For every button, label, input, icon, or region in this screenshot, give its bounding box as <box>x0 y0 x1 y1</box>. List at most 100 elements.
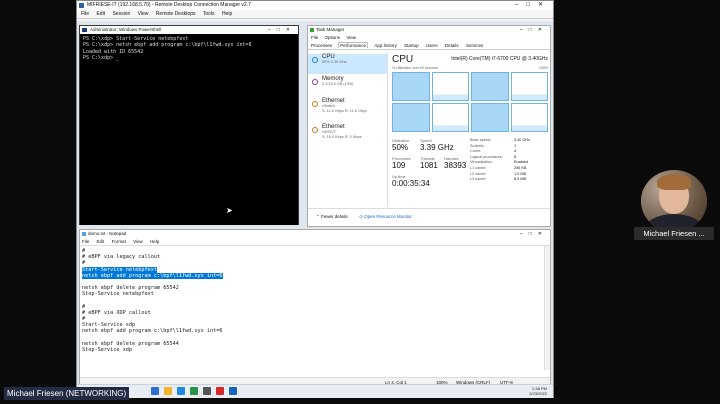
resource-summary: vSwitch S: 11.6 Gbps R: 11.6 Gbps <box>322 104 368 113</box>
task-manager-window-controls[interactable]: –□✕ <box>520 26 548 34</box>
tm-menu-view[interactable]: View <box>346 35 356 40</box>
notepad-window[interactable]: demo.txt - Notepad –□✕ File Edit Format … <box>79 229 551 387</box>
core-graph-3 <box>510 72 548 101</box>
app-icon-2[interactable] <box>229 387 237 395</box>
notepad-scrollbar[interactable] <box>544 246 550 370</box>
start-icon[interactable] <box>151 387 159 395</box>
line-text: # <box>82 316 86 323</box>
notepad-text-area[interactable]: # # eBPF via legacy callout # Start-Service… <box>80 246 550 370</box>
resource-ethernet-1[interactable]: Ethernet vSwitch S: 11.6 Gbps R: 11.6 Gb… <box>308 98 387 122</box>
cpu-details-panel: CPU Intel(R) Core(TM) i7-6700 CPU @ 3.40… <box>392 54 548 204</box>
resource-summary: 2.1/15.9 GB (13%) <box>322 82 354 86</box>
rdcman-window: MIFRIESE-IT (192.168.5.70) - Remote Desk… <box>76 0 554 398</box>
line-text: Stop-Service netebpfext <box>82 291 154 298</box>
system-tray-clock[interactable]: 2:38 PM 2/23/2022 <box>529 386 547 396</box>
rdcman-window-controls[interactable]: –□✕ <box>515 1 551 10</box>
menu-edit[interactable]: Edit <box>96 11 105 17</box>
np-menu-file[interactable]: File <box>82 239 89 244</box>
folder-icon[interactable] <box>164 387 172 395</box>
np-menu-help[interactable]: Help <box>150 239 159 244</box>
notepad-line: Stop-Service xdp <box>82 347 548 353</box>
spec-key: Virtualization: <box>470 160 493 165</box>
menu-file[interactable]: File <box>81 11 89 17</box>
tab-startup[interactable]: Startup <box>403 43 420 48</box>
powershell-console[interactable]: PS C:\xdp> Start-Service netebpfext PS C:… <box>80 34 298 225</box>
tab-services[interactable]: Services <box>465 43 484 48</box>
stat-processes: 109 <box>392 161 406 170</box>
spec-key: L2 cache: <box>470 171 487 176</box>
powershell-window-controls[interactable]: –□✕ <box>268 26 296 34</box>
spec-key: L3 cache: <box>470 177 487 182</box>
webcam-name-label: Michael Friesen ... <box>634 227 714 240</box>
task-manager-window[interactable]: Task Manager –□✕ File Options View Proce… <box>307 25 551 227</box>
line-text: netsh ebpf delete program 65542 <box>82 285 179 292</box>
task-manager-tabs: Processes Performance App history Startu… <box>308 42 550 50</box>
core-graph-1 <box>431 72 469 101</box>
tab-processes[interactable]: Processes <box>310 43 333 48</box>
notepad-menubar: File Edit Format View Help <box>80 238 550 246</box>
chevron-up-icon[interactable]: ⌃ <box>316 214 320 219</box>
np-menu-format[interactable]: Format <box>112 239 126 244</box>
rdcman-title: MIFRIESE-IT (192.168.5.70) - Remote Desk… <box>87 2 251 8</box>
app-icon[interactable] <box>216 387 224 395</box>
tm-menu-options[interactable]: Options <box>325 35 341 40</box>
spec-key: Cores: <box>470 149 482 154</box>
notepad-title: demo.txt - Notepad <box>88 231 127 236</box>
logical-processor-graphs <box>392 72 548 132</box>
memory-graph-icon <box>312 79 318 85</box>
line-text: netsh ebpf add program c:\bpf\l1fwd.sys … <box>82 328 223 335</box>
rdcman-menubar: File Edit Session View Remote Desktops T… <box>77 10 553 19</box>
notepad-icon <box>82 232 86 236</box>
tab-details[interactable]: Details <box>444 43 460 48</box>
fewer-details-link[interactable]: Fewer details <box>321 214 348 219</box>
rdcman-titlebar[interactable]: MIFRIESE-IT (192.168.5.70) - Remote Desk… <box>77 1 553 10</box>
powershell-title: Administrator: Windows PowerShell <box>90 27 162 32</box>
remote-desktop-area: Administrator: Windows PowerShell –□✕ PS… <box>77 21 553 398</box>
line-text: Start-Service xdp <box>82 322 136 329</box>
core-graph-2 <box>471 72 509 101</box>
mouse-cursor-icon: ➤ <box>226 206 233 215</box>
tab-users[interactable]: Users <box>425 43 439 48</box>
powershell-titlebar[interactable]: Administrator: Windows PowerShell –□✕ <box>80 26 298 34</box>
notepad-titlebar[interactable]: demo.txt - Notepad –□✕ <box>80 230 550 238</box>
performance-sidebar: CPU 50% 3.39 GHz Memory 2.1/15.9 GB (13%… <box>308 52 388 207</box>
menu-view[interactable]: View <box>138 11 149 17</box>
open-resource-monitor-link[interactable]: ⊙ Open Resource Monitor <box>359 214 412 219</box>
resource-ethernet-2[interactable]: Ethernet NDISVT S: 16.0 Kbps R: 0 Kbps <box>308 124 387 148</box>
menu-remote-desktops[interactable]: Remote Desktops <box>156 11 196 17</box>
line-text: Stop-Service xdp <box>82 347 132 353</box>
store-icon[interactable] <box>190 387 198 395</box>
task-manager-titlebar[interactable]: Task Manager –□✕ <box>308 26 550 34</box>
resource-cpu[interactable]: CPU 50% 3.39 GHz <box>308 54 387 74</box>
line-text: # <box>82 260 86 267</box>
open-resource-monitor-label: Open Resource Monitor <box>364 214 412 219</box>
console-line: PS C:\xdp> _ <box>83 55 120 62</box>
line-text: # <box>82 248 86 254</box>
terminal-icon[interactable] <box>203 387 211 395</box>
resource-summary: 50% 3.39 GHz <box>322 60 347 64</box>
task-manager-footer: ⌃ Fewer details ⊙ Open Resource Monitor <box>308 208 550 226</box>
resource-memory[interactable]: Memory 2.1/15.9 GB (13%) <box>308 76 387 96</box>
speaker-name-label: Michael Friesen (NETWORKING) <box>4 387 130 400</box>
core-graph-6 <box>471 103 509 132</box>
menu-session[interactable]: Session <box>112 11 130 17</box>
clock-date: 2/23/2022 <box>529 391 547 396</box>
stat-utilization: 50% <box>392 143 409 152</box>
notepad-window-controls[interactable]: –□✕ <box>520 230 548 238</box>
np-menu-edit[interactable]: Edit <box>97 239 105 244</box>
powershell-window[interactable]: Administrator: Windows PowerShell –□✕ PS… <box>79 25 299 225</box>
tab-app-history[interactable]: App history <box>373 43 398 48</box>
stat-speed: 3.39 GHz <box>420 143 454 152</box>
ethernet-graph-icon <box>312 127 318 133</box>
tm-menu-file[interactable]: File <box>311 35 318 40</box>
rdcman-app-icon <box>79 3 84 8</box>
edge-icon[interactable] <box>177 387 185 395</box>
selected-text: Start-Service netebpfext <box>82 266 157 273</box>
menu-help[interactable]: Help <box>222 11 232 17</box>
np-menu-view[interactable]: View <box>133 239 143 244</box>
powershell-icon <box>82 28 87 32</box>
line-text: netsh ebpf delete program 65544 <box>82 340 179 347</box>
tab-performance[interactable]: Performance <box>338 42 369 48</box>
resource-summary: NDISVT S: 16.0 Kbps R: 0 Kbps <box>322 130 362 139</box>
menu-tools[interactable]: Tools <box>203 11 215 17</box>
